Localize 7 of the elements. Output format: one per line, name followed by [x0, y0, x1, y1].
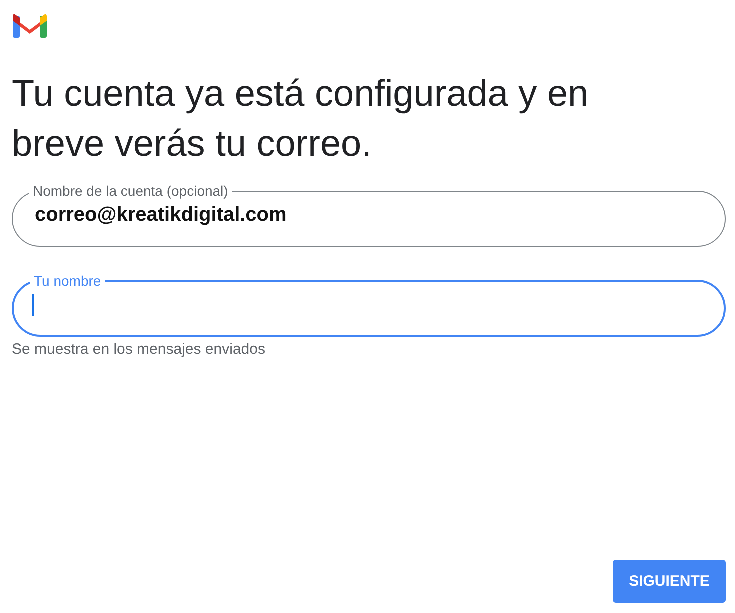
helper-text: Se muestra en los mensajes enviados: [12, 341, 266, 358]
input-field[interactable]: Tu nombre: [12, 273, 726, 337]
mail-logo-icon: [12, 12, 48, 39]
text-cursor: [32, 294, 34, 316]
next-button[interactable]: SIGUIENTE: [613, 560, 726, 603]
page-heading: Tu cuenta ya está configurada y en breve verás tu correo.: [12, 72, 590, 166]
input-field[interactable]: Nombre de la cuenta (opcional) correo@kreatikdigital.com: [12, 183, 726, 247]
